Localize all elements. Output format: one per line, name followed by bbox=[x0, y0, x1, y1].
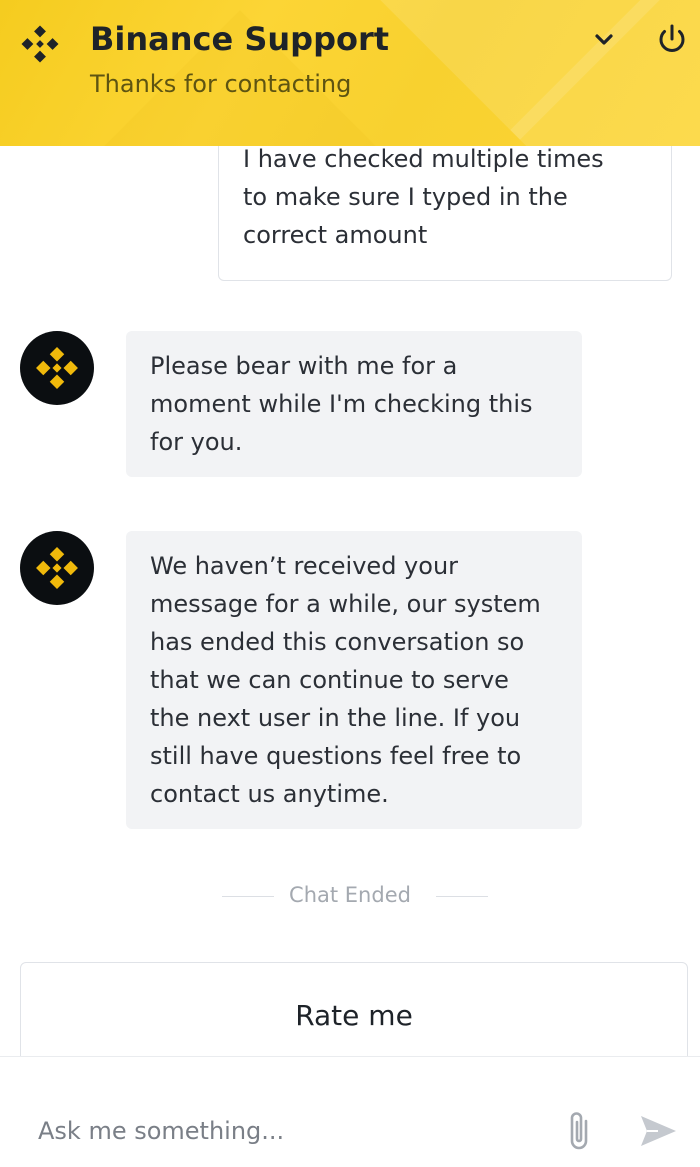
agent-message-bubble: We haven’t received your message for a w… bbox=[126, 531, 582, 829]
message-line: the next user in the line. If you bbox=[150, 704, 521, 732]
send-button[interactable] bbox=[636, 1111, 680, 1151]
message-line: that we can continue to serve bbox=[150, 666, 509, 694]
header-title: Binance Support bbox=[90, 20, 390, 58]
power-icon bbox=[659, 24, 685, 53]
message-line: has ended this conversation so bbox=[150, 628, 525, 656]
agent-avatar bbox=[20, 531, 94, 605]
message-line: contact us anytime. bbox=[150, 780, 389, 808]
message-composer bbox=[0, 1056, 700, 1167]
message-line: still have questions feel free to bbox=[150, 742, 522, 770]
chat-ended-label: Chat Ended bbox=[289, 883, 411, 907]
message-input[interactable] bbox=[38, 1107, 538, 1155]
header-subtitle: Thanks for contacting bbox=[90, 70, 352, 98]
message-line: We haven’t received your bbox=[150, 552, 459, 580]
binance-avatar-icon bbox=[36, 347, 78, 389]
message-line: correct amount bbox=[243, 221, 428, 249]
send-icon bbox=[641, 1116, 676, 1146]
message-line: Please bear with me for a bbox=[150, 352, 458, 380]
agent-avatar bbox=[20, 331, 94, 405]
rate-me-button[interactable]: Rate me bbox=[20, 962, 688, 1056]
chat-ended-divider: Chat Ended bbox=[0, 877, 700, 917]
divider-line bbox=[436, 896, 488, 897]
chevron-down-icon bbox=[595, 34, 613, 45]
binance-logo-icon bbox=[21, 25, 59, 63]
user-message-bubble: I have checked multiple times to make su… bbox=[218, 146, 672, 281]
message-line: moment while I'm checking this bbox=[150, 390, 533, 418]
agent-message-bubble: Please bear with me for a moment while I… bbox=[126, 331, 582, 477]
message-line: for you. bbox=[150, 428, 243, 456]
collapse-button[interactable] bbox=[584, 20, 624, 60]
chat-transcript[interactable]: I have checked multiple times to make su… bbox=[0, 146, 700, 1056]
end-chat-button[interactable] bbox=[652, 20, 692, 60]
message-line: I have checked multiple times bbox=[243, 146, 604, 173]
chat-header: Binance Support Thanks for contacting bbox=[0, 0, 700, 146]
message-line: message for a while, our system bbox=[150, 590, 541, 618]
attach-button[interactable] bbox=[562, 1107, 598, 1155]
message-line: to make sure I typed in the bbox=[243, 183, 568, 211]
binance-avatar-icon bbox=[36, 547, 78, 589]
rate-me-label: Rate me bbox=[295, 999, 413, 1032]
paperclip-icon bbox=[570, 1112, 588, 1150]
